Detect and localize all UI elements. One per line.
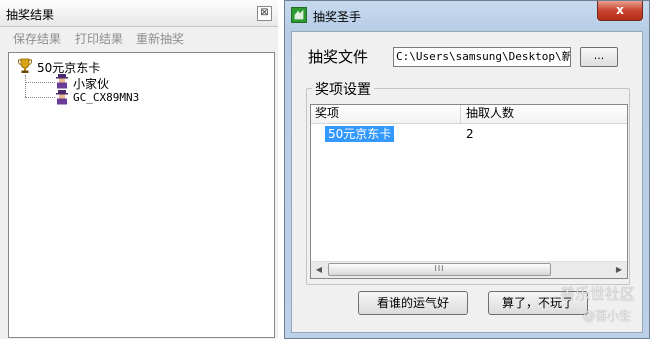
app-icon (291, 7, 307, 23)
menu-print-results[interactable]: 打印结果 (75, 30, 123, 47)
tree-connector (25, 82, 55, 83)
menu-save-results[interactable]: 保存结果 (13, 30, 61, 47)
scroll-right-arrow-icon[interactable]: ▶ (611, 262, 627, 278)
file-label: 抽奖文件 (308, 48, 369, 66)
results-panel-titlebar: 抽奖结果 ⊠ (0, 0, 278, 27)
dialog-title: 抽奖圣手 (313, 10, 362, 24)
column-header-count[interactable]: 抽取人数 (461, 105, 627, 123)
watermark-author: @百小生 (583, 309, 632, 323)
column-header-prize[interactable]: 奖项 (311, 105, 461, 123)
menu-redraw[interactable]: 重新抽奖 (136, 30, 184, 47)
prize-list[interactable]: 奖项 抽取人数 50元京东卡 2 ◀ III ▶ (310, 104, 628, 279)
trophy-icon (18, 58, 32, 73)
watermark-text: 善乐世社区 (560, 285, 636, 303)
browse-button[interactable]: ... (580, 47, 618, 67)
user-icon (56, 74, 68, 89)
user-icon (56, 90, 68, 105)
results-tree[interactable]: 50元京东卡 小家伙 GC_CX89MN3 (8, 52, 275, 338)
draw-lottery-button[interactable]: 看谁的运气好 (358, 291, 468, 315)
list-header: 奖项 抽取人数 (311, 105, 627, 124)
group-title: 奖项设置 (312, 79, 374, 99)
tree-connector (25, 97, 55, 98)
results-panel-title: 抽奖结果 (6, 8, 55, 22)
horizontal-scrollbar[interactable]: ◀ III ▶ (311, 261, 627, 278)
dialog-close-button[interactable]: x (597, 1, 643, 21)
list-item-prize[interactable]: 50元京东卡 (325, 126, 395, 142)
tree-connector (25, 75, 26, 97)
scroll-left-arrow-icon[interactable]: ◀ (311, 262, 327, 278)
file-path-field[interactable]: C:\Users\samsung\Desktop\新建 (393, 47, 571, 67)
scroll-thumb[interactable]: III (328, 263, 551, 276)
results-panel: 抽奖结果 ⊠ 保存结果 打印结果 重新抽奖 50元京东卡 小家伙 GC_CX89… (0, 0, 278, 339)
tree-child-label: 小家伙 (73, 77, 110, 91)
list-item-count[interactable]: 2 (466, 126, 474, 142)
results-panel-close-button[interactable]: ⊠ (257, 6, 272, 21)
tree-child-label: GC_CX89MN3 (73, 91, 140, 104)
